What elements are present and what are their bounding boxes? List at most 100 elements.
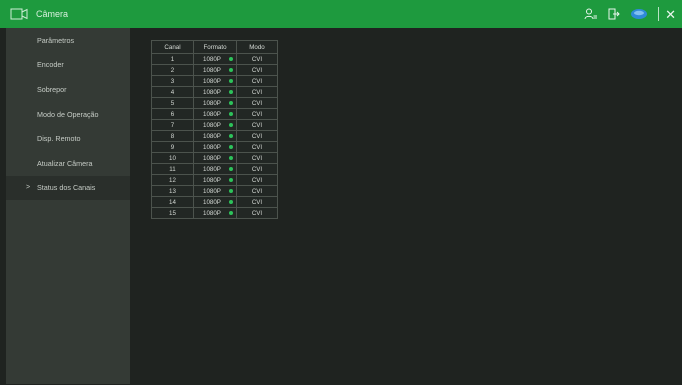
table-row[interactable]: 14 1080P CVI [151, 196, 278, 208]
cloud-icon[interactable] [630, 8, 648, 20]
status-ok-icon [228, 145, 233, 149]
status-ok-icon [228, 189, 233, 193]
format-value: 1080P [197, 100, 233, 107]
cell-formato: 1080P [193, 97, 237, 109]
chevron-right-icon: > [26, 184, 31, 192]
format-text: 1080P [203, 99, 221, 107]
format-text: 1080P [203, 143, 221, 151]
table-row[interactable]: 5 1080P CVI [151, 97, 278, 109]
table-row[interactable]: 6 1080P CVI [151, 108, 278, 120]
format-value: 1080P [197, 133, 233, 140]
cell-formato: 1080P [193, 185, 237, 197]
format-value: 1080P [197, 78, 233, 85]
sidebar: Parâmetros Encoder Sobrepor Modo de Operaçã… [6, 28, 130, 384]
table-row[interactable]: 3 1080P CVI [151, 75, 278, 87]
cell-canal: 13 [151, 185, 194, 197]
table-row[interactable]: 15 1080P CVI [151, 207, 278, 219]
format-text: 1080P [203, 209, 221, 217]
cell-modo: CVI [236, 86, 278, 98]
status-ok-icon [228, 134, 233, 138]
cell-formato: 1080P [193, 86, 237, 98]
format-value: 1080P [197, 210, 233, 217]
status-ok-icon [228, 112, 233, 116]
cell-formato: 1080P [193, 53, 237, 65]
sidebar-item-modo-de-opera-o[interactable]: Modo de Operação [6, 102, 130, 127]
format-value: 1080P [197, 144, 233, 151]
cell-canal: 5 [151, 97, 194, 109]
format-text: 1080P [203, 110, 221, 118]
sidebar-item-label: Parâmetros [37, 35, 75, 45]
cell-formato: 1080P [193, 174, 237, 186]
format-text: 1080P [203, 176, 221, 184]
cell-modo: CVI [236, 97, 278, 109]
sidebar-item-label: Encoder [37, 60, 64, 70]
cell-canal: 15 [151, 207, 194, 219]
table-row[interactable]: 10 1080P CVI [151, 152, 278, 164]
cell-formato: 1080P [193, 108, 237, 120]
cell-modo: CVI [236, 152, 278, 164]
cell-modo: CVI [236, 119, 278, 131]
cell-formato: 1080P [193, 130, 237, 142]
format-text: 1080P [203, 165, 221, 173]
sidebar-item-encoder[interactable]: Encoder [6, 53, 130, 78]
format-value: 1080P [197, 67, 233, 74]
title-bar: Câmera ✕ [0, 0, 682, 28]
cell-canal: 7 [151, 119, 194, 131]
format-text: 1080P [203, 187, 221, 195]
cell-modo: CVI [236, 141, 278, 153]
sidebar-item-status-dos-canais[interactable]: > Status dos Canais [6, 175, 130, 201]
cell-canal: 14 [151, 196, 194, 208]
table-row[interactable]: 8 1080P CVI [151, 130, 278, 142]
format-text: 1080P [203, 132, 221, 140]
table-row[interactable]: 13 1080P CVI [151, 185, 278, 197]
table-row[interactable]: 7 1080P CVI [151, 119, 278, 131]
status-ok-icon [228, 200, 233, 204]
logout-icon[interactable] [608, 8, 620, 20]
sidebar-item-atualizar-c-mera[interactable]: Atualizar Câmera [6, 151, 130, 176]
format-value: 1080P [197, 199, 233, 206]
user-icon[interactable] [584, 8, 598, 20]
cell-formato: 1080P [193, 119, 237, 131]
cell-formato: 1080P [193, 207, 237, 219]
status-ok-icon [228, 90, 233, 94]
cell-formato: 1080P [193, 196, 237, 208]
cell-canal: 8 [151, 130, 194, 142]
cell-modo: CVI [236, 196, 278, 208]
table-row[interactable]: 9 1080P CVI [151, 141, 278, 153]
status-ok-icon [228, 156, 233, 160]
column-header-modo: Modo [236, 40, 278, 54]
sidebar-item-label: Modo de Operação [37, 109, 99, 119]
channel-status-table: Canal Formato Modo 1 1080P CVI 2 1080P CVI 3 10… [151, 40, 278, 219]
format-text: 1080P [203, 88, 221, 96]
format-text: 1080P [203, 121, 221, 129]
format-text: 1080P [203, 55, 221, 63]
cell-modo: CVI [236, 75, 278, 87]
status-ok-icon [228, 123, 233, 127]
cell-formato: 1080P [193, 75, 237, 87]
cell-modo: CVI [236, 64, 278, 76]
table-row[interactable]: 11 1080P CVI [151, 163, 278, 175]
format-value: 1080P [197, 89, 233, 96]
cell-modo: CVI [236, 207, 278, 219]
format-text: 1080P [203, 66, 221, 74]
sidebar-item-sobrepor[interactable]: Sobrepor [6, 77, 130, 102]
sidebar-item-disp-remoto[interactable]: Disp. Remoto [6, 126, 130, 151]
status-ok-icon [228, 68, 233, 72]
cell-formato: 1080P [193, 64, 237, 76]
table-row[interactable]: 4 1080P CVI [151, 86, 278, 98]
sidebar-item-par-metros[interactable]: Parâmetros [6, 28, 130, 53]
cell-canal: 4 [151, 86, 194, 98]
table-row[interactable]: 2 1080P CVI [151, 64, 278, 76]
cell-canal: 12 [151, 174, 194, 186]
format-value: 1080P [197, 177, 233, 184]
cell-formato: 1080P [193, 141, 237, 153]
close-icon[interactable]: ✕ [665, 8, 676, 21]
sidebar-item-label: Atualizar Câmera [37, 158, 93, 168]
cell-canal: 3 [151, 75, 194, 87]
column-header-formato: Formato [193, 40, 237, 54]
status-ok-icon [228, 57, 233, 61]
format-value: 1080P [197, 111, 233, 118]
table-row[interactable]: 1 1080P CVI [151, 53, 278, 65]
cell-formato: 1080P [193, 163, 237, 175]
table-row[interactable]: 12 1080P CVI [151, 174, 278, 186]
